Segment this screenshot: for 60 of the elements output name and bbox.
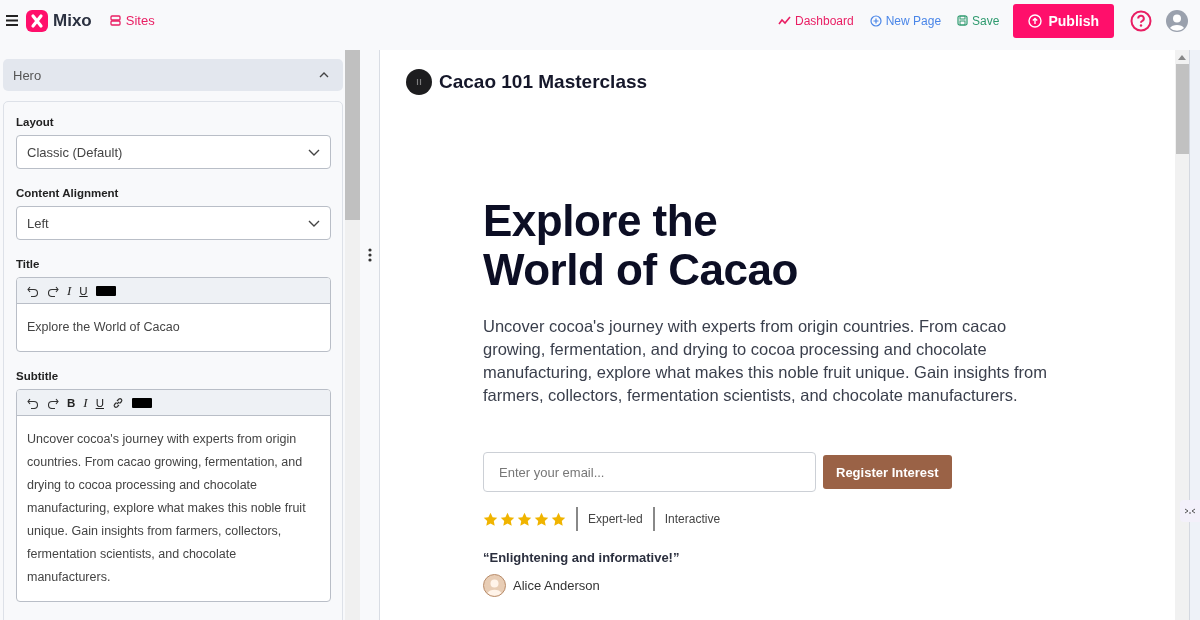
italic-button[interactable]: I (67, 282, 72, 299)
upload-icon (1028, 13, 1043, 28)
star-icon (534, 511, 549, 527)
plus-circle-icon (869, 14, 882, 27)
select-field[interactable]: Classic (Default) (16, 135, 331, 169)
star-icon (483, 511, 498, 527)
avatar-icon (483, 574, 506, 597)
new-page-link[interactable]: New Page (869, 13, 942, 28)
face-icon (1184, 508, 1196, 514)
chevron-icon (319, 72, 329, 78)
server-icon (109, 15, 121, 26)
undo-icon[interactable] (27, 396, 39, 409)
hero-subtitle: Uncover cocoa's journey with experts from origin countries. From cacao growing, fermentation, and drying to cocoa processing and chocolate manufacturing, explore what makes this noble fruit unique. Gain insights from farmers, collectors, fermentation scientists, and chocolate manufacturers. (483, 316, 1049, 406)
color-swatch[interactable] (95, 285, 116, 296)
email-field[interactable]: Enter your email... (483, 452, 816, 492)
site-name: Cacao 101 Masterclass (439, 71, 648, 93)
select-field[interactable]: Left (16, 206, 331, 240)
feature-label: Interactive (664, 512, 721, 526)
field-label: Subtitle (16, 370, 60, 382)
user-avatar-icon[interactable] (1166, 9, 1188, 32)
sites-link[interactable]: Sites (109, 13, 155, 28)
chevron-down-icon (308, 219, 320, 227)
star-icon (500, 511, 515, 527)
drag-handle-icon[interactable] (367, 248, 372, 262)
logo-icon (26, 9, 48, 32)
star-icon (517, 511, 532, 527)
register-interest-button[interactable]: Register Interest (823, 455, 952, 489)
editor-text: Explore the World of Cacao (26, 319, 181, 336)
italic-button[interactable]: I (83, 394, 88, 411)
chevron-down-icon (308, 148, 320, 156)
undo-icon[interactable] (27, 284, 39, 297)
dashboard-link[interactable]: Dashboard (778, 13, 854, 28)
testimonial-quote: “Enlightening and informative!” (483, 550, 681, 565)
color-swatch[interactable] (131, 397, 152, 408)
redo-icon[interactable] (47, 284, 59, 297)
scrollbar-thumb[interactable] (1175, 64, 1189, 154)
text-editor[interactable] (16, 389, 331, 602)
site-logo-icon (406, 69, 432, 95)
author-name: Alice Anderson (513, 578, 600, 593)
editor-text: Uncover cocoa's journey with experts from origin countries. From cacao growing, fermentation, and drying to cocoa processing and chocolate manufacturing, explore what makes this noble fruit unique. Gain insights from farmers, collectors, fermentation scientists, and chocolate manufacturers. (26, 431, 307, 586)
scrollbar-thumb[interactable] (345, 50, 360, 220)
field-label: Title (16, 258, 41, 270)
underline-button[interactable]: U (79, 284, 88, 297)
section-header[interactable]: Hero (3, 59, 343, 91)
hero-heading: Explore the World of Cacao (483, 196, 799, 294)
scroll-up-icon[interactable] (1178, 55, 1186, 60)
text-editor[interactable]: I U Explore the World of Cacao (16, 277, 331, 352)
feature-label: Expert-led (588, 512, 643, 526)
link-icon[interactable] (111, 396, 124, 409)
publish-button[interactable]: Publish (1013, 3, 1114, 38)
star-icon (551, 511, 566, 527)
field-label: Content Alignment (16, 187, 120, 199)
underline-button[interactable]: U (95, 396, 104, 409)
menu-icon[interactable] (6, 15, 18, 26)
bold-button[interactable]: B (67, 396, 76, 409)
redo-icon[interactable] (47, 396, 59, 409)
chart-line-icon (778, 16, 791, 25)
field-label: Layout (16, 116, 55, 128)
help-icon[interactable] (1130, 9, 1152, 32)
brand-name: Mixo (53, 10, 92, 31)
